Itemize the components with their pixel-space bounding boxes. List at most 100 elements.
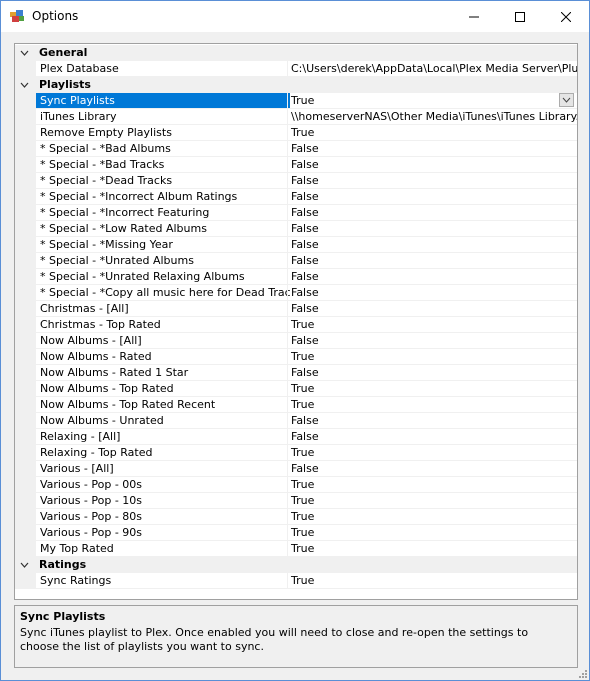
property-name[interactable]: Now Albums - Rated: [36, 349, 290, 364]
property-name[interactable]: Remove Empty Playlists: [36, 125, 290, 140]
property-value[interactable]: C:\Users\derek\AppData\Local\Plex Media …: [288, 61, 577, 76]
property-name[interactable]: * Special - *Copy all music here for Dea…: [36, 285, 290, 300]
property-name[interactable]: Sync Ratings: [36, 573, 290, 588]
property-value[interactable]: False: [288, 301, 577, 316]
property-name[interactable]: iTunes Library: [36, 109, 290, 124]
property-value[interactable]: True: [288, 381, 577, 396]
property-name[interactable]: Plex Database: [36, 61, 290, 76]
property-name[interactable]: Christmas - [All]: [36, 301, 290, 316]
property-value[interactable]: False: [288, 221, 577, 236]
property-row[interactable]: Various - Pop - 90s True: [15, 525, 577, 541]
property-value[interactable]: False: [288, 205, 577, 220]
property-value[interactable]: True: [288, 525, 577, 540]
property-value[interactable]: False: [288, 253, 577, 268]
property-value[interactable]: False: [288, 173, 577, 188]
property-value[interactable]: False: [288, 333, 577, 348]
property-name[interactable]: * Special - *Incorrect Featuring: [36, 205, 290, 220]
property-name[interactable]: Various - Pop - 00s: [36, 477, 290, 492]
property-name[interactable]: * Special - *Incorrect Album Ratings: [36, 189, 290, 204]
property-name[interactable]: * Special - *Low Rated Albums: [36, 221, 290, 236]
category-row[interactable]: Playlists: [15, 77, 577, 93]
property-row[interactable]: Various - Pop - 00s True: [15, 477, 577, 493]
property-row[interactable]: Now Albums - Top Rated True: [15, 381, 577, 397]
property-value[interactable]: True: [288, 317, 577, 332]
property-value[interactable]: True: [288, 573, 577, 588]
property-row[interactable]: Plex Database C:\Users\derek\AppData\Loca…: [15, 61, 577, 77]
property-name[interactable]: * Special - *Bad Albums: [36, 141, 290, 156]
property-name[interactable]: Various - Pop - 90s: [36, 525, 290, 540]
property-name[interactable]: Christmas - Top Rated: [36, 317, 290, 332]
property-row[interactable]: Remove Empty Playlists True: [15, 125, 577, 141]
property-name[interactable]: Various - Pop - 80s: [36, 509, 290, 524]
property-row[interactable]: Relaxing - [All] False: [15, 429, 577, 445]
category-row[interactable]: Ratings: [15, 557, 577, 573]
property-row[interactable]: * Special - *Copy all music here for Dea…: [15, 285, 577, 301]
collapse-chevron-icon[interactable]: [20, 561, 29, 569]
property-row[interactable]: Various - Pop - 80s True: [15, 509, 577, 525]
property-value[interactable]: False: [288, 413, 577, 428]
property-value[interactable]: False: [288, 365, 577, 380]
property-value[interactable]: False: [288, 269, 577, 284]
property-row[interactable]: * Special - *Bad Albums False: [15, 141, 577, 157]
property-row[interactable]: My Top Rated True: [15, 541, 577, 557]
property-value[interactable]: True: [288, 125, 577, 140]
property-row[interactable]: Sync Ratings True: [15, 573, 577, 589]
property-name[interactable]: Now Albums - Unrated: [36, 413, 290, 428]
property-name[interactable]: Relaxing - Top Rated: [36, 445, 290, 460]
property-row[interactable]: Sync Playlists True: [15, 93, 577, 109]
title-bar[interactable]: Options: [1, 1, 589, 32]
property-name[interactable]: * Special - *Bad Tracks: [36, 157, 290, 172]
property-value[interactable]: False: [288, 237, 577, 252]
property-row[interactable]: * Special - *Unrated Relaxing Albums Fals…: [15, 269, 577, 285]
property-value[interactable]: False: [288, 141, 577, 156]
property-value[interactable]: False: [288, 189, 577, 204]
property-name[interactable]: Various - Pop - 10s: [36, 493, 290, 508]
collapse-chevron-icon[interactable]: [20, 81, 29, 89]
property-value[interactable]: False: [288, 285, 577, 300]
property-value[interactable]: \\homeserverNAS\Other Media\iTunes\iTune…: [288, 109, 577, 124]
close-button[interactable]: [543, 1, 589, 32]
property-row[interactable]: Various - Pop - 10s True: [15, 493, 577, 509]
property-row[interactable]: * Special - *Bad Tracks False: [15, 157, 577, 173]
property-name[interactable]: Now Albums - Rated 1 Star: [36, 365, 290, 380]
property-row[interactable]: Now Albums - Top Rated Recent True: [15, 397, 577, 413]
property-row[interactable]: Christmas - Top Rated True: [15, 317, 577, 333]
property-name[interactable]: Relaxing - [All]: [36, 429, 290, 444]
property-name[interactable]: Sync Playlists: [36, 93, 290, 108]
property-value[interactable]: True: [288, 509, 577, 524]
property-name[interactable]: * Special - *Dead Tracks: [36, 173, 290, 188]
minimize-button[interactable]: [451, 1, 497, 32]
property-row[interactable]: Now Albums - Rated 1 Star False: [15, 365, 577, 381]
property-row[interactable]: * Special - *Low Rated Albums False: [15, 221, 577, 237]
property-name[interactable]: * Special - *Unrated Albums: [36, 253, 290, 268]
property-value[interactable]: True: [288, 93, 577, 108]
property-row[interactable]: * Special - *Dead Tracks False: [15, 173, 577, 189]
property-name[interactable]: * Special - *Missing Year: [36, 237, 290, 252]
property-value[interactable]: True: [288, 397, 577, 412]
property-value[interactable]: True: [288, 349, 577, 364]
property-value[interactable]: True: [288, 445, 577, 460]
property-name[interactable]: Various - [All]: [36, 461, 290, 476]
property-row[interactable]: * Special - *Incorrect Featuring False: [15, 205, 577, 221]
property-value[interactable]: False: [288, 429, 577, 444]
property-row[interactable]: * Special - *Missing Year False: [15, 237, 577, 253]
property-name[interactable]: Now Albums - [All]: [36, 333, 290, 348]
property-value[interactable]: True: [288, 541, 577, 556]
category-row[interactable]: General: [15, 45, 577, 61]
property-row[interactable]: Now Albums - Rated True: [15, 349, 577, 365]
property-row[interactable]: * Special - *Unrated Albums False: [15, 253, 577, 269]
property-row[interactable]: Now Albums - [All] False: [15, 333, 577, 349]
property-value[interactable]: False: [288, 157, 577, 172]
property-grid[interactable]: General Plex Database C:\Users\derek\AppDa…: [14, 43, 578, 600]
property-name[interactable]: Now Albums - Top Rated Recent: [36, 397, 290, 412]
collapse-chevron-icon[interactable]: [20, 49, 29, 57]
property-value[interactable]: False: [288, 461, 577, 476]
value-dropdown-button[interactable]: [559, 93, 574, 107]
property-value[interactable]: True: [288, 493, 577, 508]
property-value[interactable]: True: [288, 477, 577, 492]
maximize-button[interactable]: [497, 1, 543, 32]
property-row[interactable]: * Special - *Incorrect Album Ratings Fals…: [15, 189, 577, 205]
resize-grip-icon[interactable]: [577, 668, 587, 678]
property-row[interactable]: Relaxing - Top Rated True: [15, 445, 577, 461]
property-row[interactable]: Christmas - [All] False: [15, 301, 577, 317]
